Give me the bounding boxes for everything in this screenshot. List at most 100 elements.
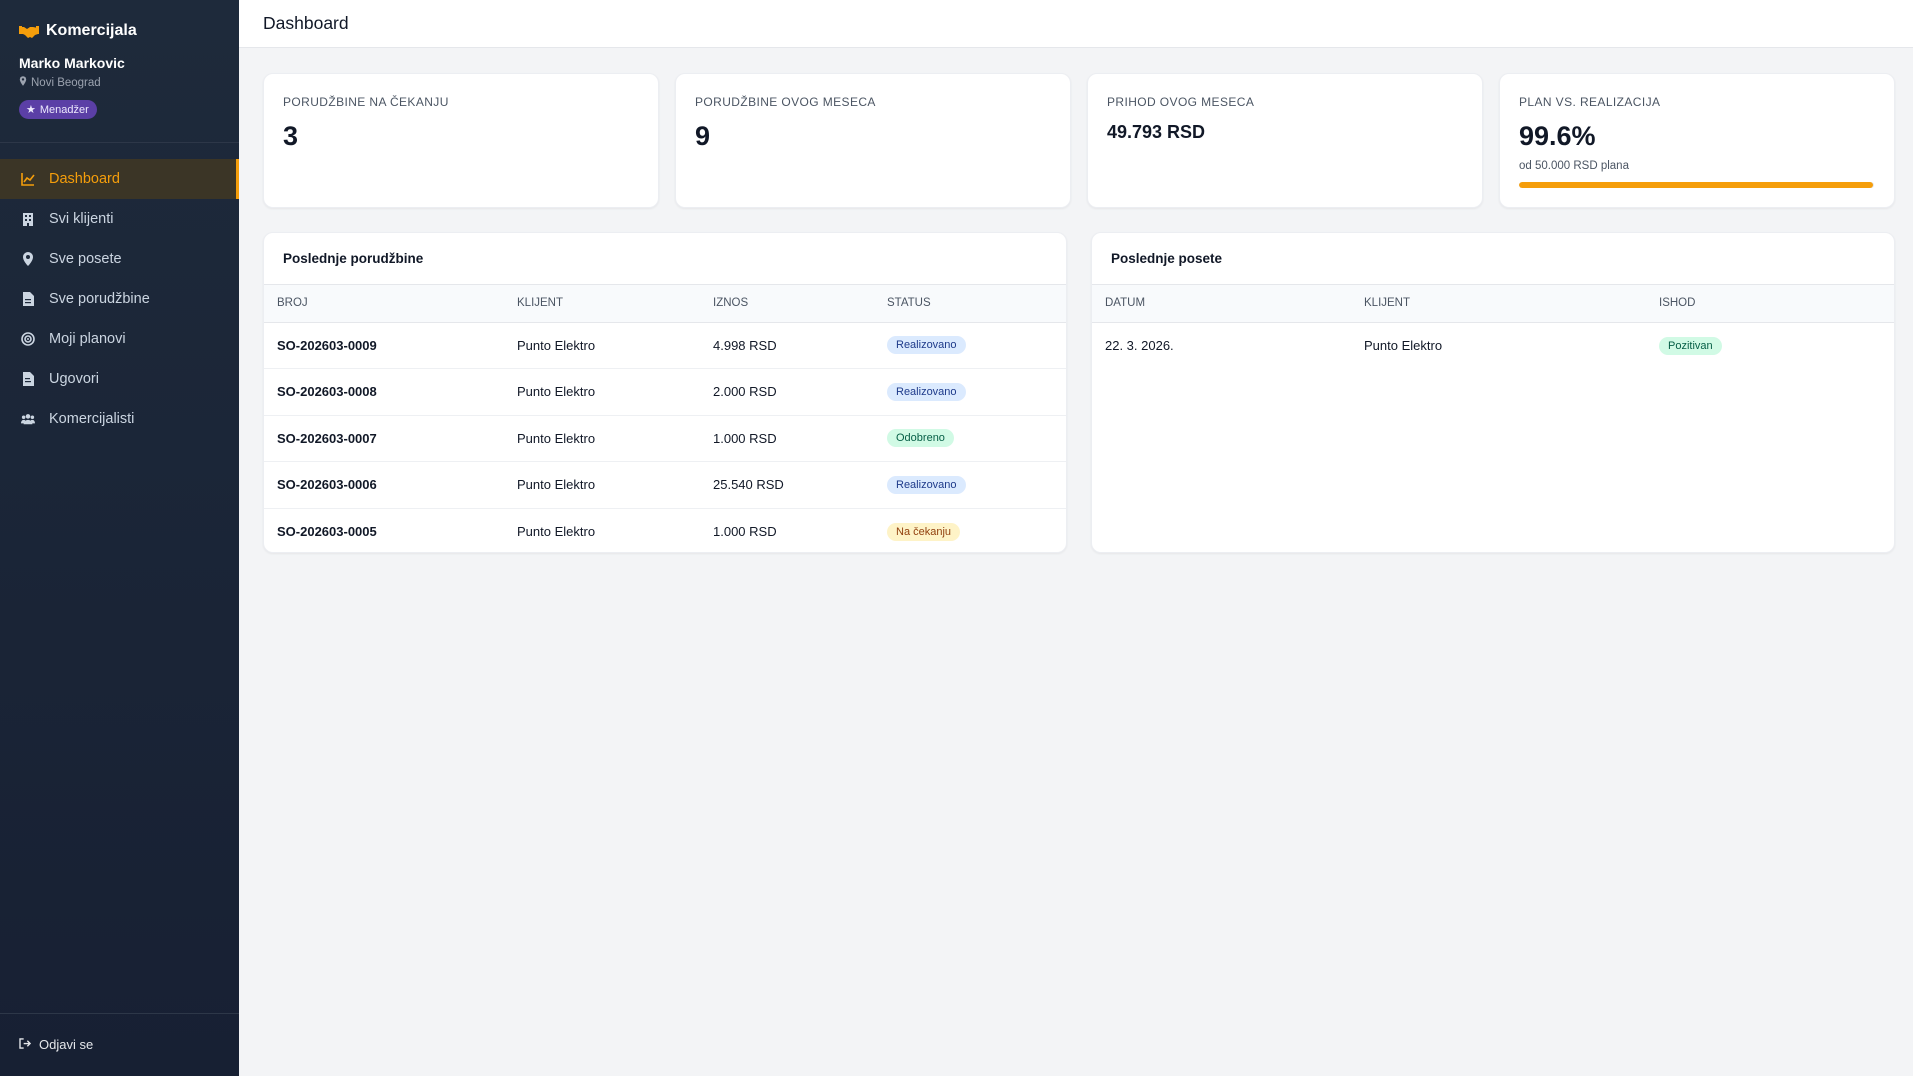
sidebar-item-label: Ugovori <box>49 371 99 387</box>
plan-progress-fill <box>1519 182 1873 188</box>
order-number[interactable]: SO-202603-0006 <box>264 461 504 509</box>
order-client: Punto Elektro <box>504 368 700 416</box>
stat-label: Porudžbine ovog meseca <box>695 95 876 109</box>
status-badge: Odobreno <box>887 429 954 448</box>
stat-card-month-revenue: Prihod ovog meseca 49.793 RSD <box>1087 73 1483 208</box>
visit-date: 22. 3. 2026. <box>1105 338 1174 353</box>
order-client: Punto Elektro <box>517 524 596 539</box>
table-row[interactable]: 22. 3. 2026. Punto Elektro Pozitivan <box>1092 322 1894 369</box>
stat-value: 49.793 RSD <box>1107 122 1206 142</box>
stat-label: Prihod ovog meseca <box>1107 95 1255 109</box>
panel-title: Poslednje porudžbine <box>283 251 424 266</box>
stat-label: Porudžbine na čekanju <box>283 95 449 109</box>
sidebar: Komercijala Marko Markovic Novi Beograd … <box>0 0 239 1076</box>
order-amount: 4.998 RSD <box>700 322 874 369</box>
star-icon: ★ <box>26 104 36 116</box>
column-header: Datum <box>1092 285 1351 323</box>
table-row[interactable]: SO-202603-0007 Punto Elektro 1.000 RSD O… <box>264 415 1066 462</box>
stat-subtext: od 50.000 RSD plana <box>1519 160 1629 172</box>
map-pin-icon <box>19 76 27 89</box>
column-header: Iznos <box>700 285 874 323</box>
order-status-cell: Realizovano <box>874 368 1066 416</box>
logout-button[interactable]: Odjavi se <box>19 1037 93 1052</box>
column-header: Ishod <box>1646 285 1894 323</box>
panel-title: Poslednje posete <box>1111 251 1223 266</box>
table-row[interactable]: SO-202603-0009 Punto Elektro 4.998 RSD R… <box>264 322 1066 369</box>
sidebar-item-salespeople[interactable]: Komercijalisti <box>0 399 239 439</box>
sidebar-item-label: Sve porudžbine <box>49 291 150 307</box>
column-header: Status <box>874 285 1066 323</box>
order-status-cell: Odobreno <box>874 415 1066 462</box>
status-badge: Realizovano <box>887 475 966 494</box>
logout-label: Odjavi se <box>39 1037 94 1052</box>
table-header-row: Datum Klijent Ishod <box>1092 285 1894 323</box>
order-amount: 1.000 RSD <box>713 524 777 539</box>
sidebar-item-contracts[interactable]: Ugovori <box>0 359 239 399</box>
sidebar-divider <box>0 142 239 143</box>
outcome-badge: Pozitivan <box>1659 336 1722 355</box>
order-client: Punto Elektro <box>504 461 700 509</box>
brand[interactable]: Komercijala <box>19 22 137 40</box>
sidebar-item-dashboard[interactable]: Dashboard <box>0 159 239 199</box>
role-badge: ★ Menadžer <box>19 100 97 119</box>
status-badge: Realizovano <box>887 336 966 355</box>
recent-visits-panel: Poslednje posete Datum Klijent Ishod 22.… <box>1091 232 1895 553</box>
sign-out-icon <box>19 1037 32 1052</box>
stat-card-pending: Porudžbine na čekanju 3 <box>263 73 659 208</box>
status-badge: Realizovano <box>887 382 966 401</box>
map-pin-icon <box>21 252 35 266</box>
table-row[interactable]: SO-202603-0005 Punto Elektro 1.000 RSD N… <box>264 508 1066 555</box>
building-icon <box>21 212 35 226</box>
column-header: Klijent <box>1351 285 1646 323</box>
stat-label: Plan vs. realizacija <box>1519 95 1661 109</box>
stat-card-plan: Plan vs. realizacija 99.6% od 50.000 RSD… <box>1499 73 1895 208</box>
sidebar-item-label: Sve posete <box>49 251 122 267</box>
order-amount: 25.540 RSD <box>700 461 874 509</box>
visit-client: Punto Elektro <box>1364 338 1443 353</box>
chart-line-icon <box>21 172 35 186</box>
column-header: Broj <box>264 285 504 323</box>
target-icon <box>21 332 35 346</box>
order-client: Punto Elektro <box>504 322 700 369</box>
plan-progress-bar <box>1519 182 1874 188</box>
visits-table: Datum Klijent Ishod 22. 3. 2026. Punto E… <box>1092 285 1894 369</box>
sidebar-divider <box>0 1013 239 1014</box>
sidebar-item-visits[interactable]: Sve posete <box>0 239 239 279</box>
file-contract-icon <box>21 372 35 386</box>
stat-value: 3 <box>283 121 299 151</box>
sidebar-item-orders[interactable]: Sve porudžbine <box>0 279 239 319</box>
table-row[interactable]: SO-202603-0006 Punto Elektro 25.540 RSD … <box>264 461 1066 509</box>
recent-orders-panel: Poslednje porudžbine Broj Klijent Iznos … <box>263 232 1067 553</box>
order-status-cell: Realizovano <box>874 461 1066 509</box>
sidebar-nav: Dashboard Svi klijenti Sve posete Sve po… <box>0 159 239 439</box>
stat-value: 9 <box>695 121 711 151</box>
user-name: Marko Markovic <box>19 55 125 71</box>
table-row[interactable]: SO-202603-0008 Punto Elektro 2.000 RSD R… <box>264 368 1066 416</box>
role-label: Menadžer <box>39 103 89 116</box>
order-status-cell: Na čekanju <box>874 508 1066 555</box>
order-status-cell: Realizovano <box>874 322 1066 369</box>
orders-table: Broj Klijent Iznos Status SO-202603-0009… <box>264 285 1066 555</box>
sidebar-item-label: Svi klijenti <box>49 211 114 227</box>
top-bar: Dashboard <box>239 0 1913 48</box>
page-title: Dashboard <box>263 13 349 33</box>
sidebar-item-label: Moji planovi <box>49 331 126 347</box>
order-number[interactable]: SO-202603-0005 <box>264 508 504 555</box>
order-number[interactable]: SO-202603-0008 <box>264 368 504 416</box>
sidebar-item-plans[interactable]: Moji planovi <box>0 319 239 359</box>
sidebar-item-label: Dashboard <box>49 171 120 187</box>
order-amount: 1.000 RSD <box>700 415 874 462</box>
sidebar-item-clients[interactable]: Svi klijenti <box>0 199 239 239</box>
sidebar-item-label: Komercijalisti <box>49 411 135 427</box>
users-icon <box>21 412 35 426</box>
user-location-text: Novi Beograd <box>31 76 101 89</box>
user-location: Novi Beograd <box>19 76 101 89</box>
order-number[interactable]: SO-202603-0007 <box>264 415 504 462</box>
stat-card-month-orders: Porudžbine ovog meseca 9 <box>675 73 1071 208</box>
order-number[interactable]: SO-202603-0009 <box>264 322 504 369</box>
column-header: Klijent <box>504 285 700 323</box>
stat-value: 99.6% <box>1519 121 1596 151</box>
status-badge: Na čekanju <box>887 522 961 541</box>
brand-name: Komercijala <box>46 22 137 39</box>
file-icon <box>21 292 35 306</box>
